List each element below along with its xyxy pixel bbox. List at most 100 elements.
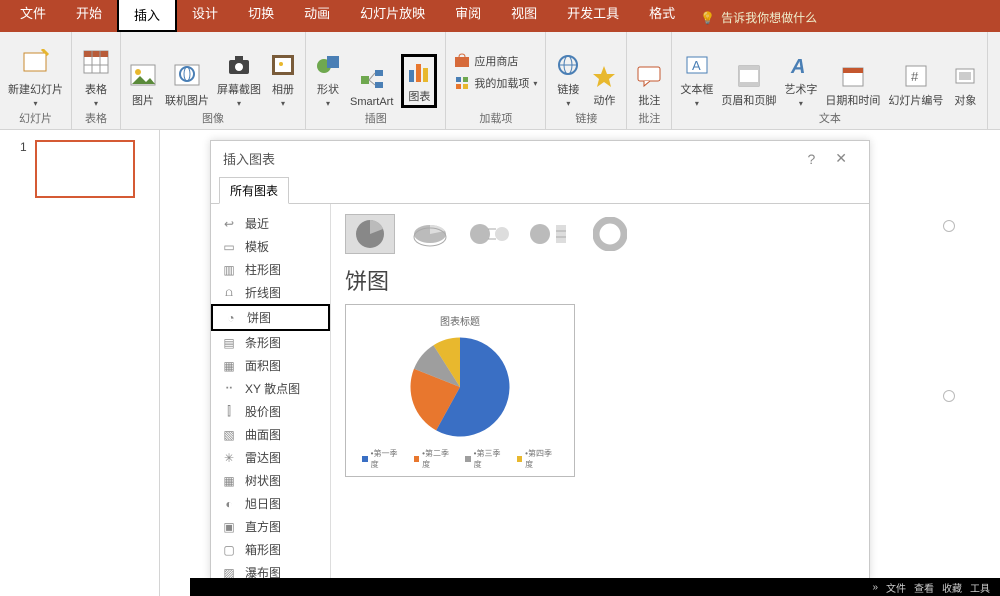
category-label: 箱形图 <box>245 541 281 558</box>
table-icon <box>80 47 112 79</box>
pie-subtype-3d[interactable] <box>405 214 455 254</box>
chart-category-item[interactable]: ▥柱形图 <box>211 258 330 281</box>
chart-category-item[interactable]: ↩最近 <box>211 212 330 235</box>
slide-number-button[interactable]: # 幻灯片编号 <box>888 62 943 108</box>
chart-category-item[interactable]: ⠒XY 散点图 <box>211 377 330 400</box>
category-label: 股价图 <box>245 403 281 420</box>
album-button[interactable]: 相册 <box>269 51 297 108</box>
tab-all-charts[interactable]: 所有图表 <box>219 177 289 204</box>
tab-0[interactable]: 文件 <box>5 0 61 32</box>
screenshot-label: 屏幕截图 <box>217 81 261 97</box>
number-icon: # <box>902 62 930 90</box>
my-addins-button[interactable]: 我的加载项 <box>454 75 537 91</box>
tell-me-box[interactable]: 💡 告诉我你想做什么 <box>690 3 827 32</box>
tab-8[interactable]: 视图 <box>496 0 552 32</box>
close-button[interactable]: ✕ <box>825 150 857 167</box>
screenshot-icon <box>225 51 253 79</box>
chart-category-item[interactable]: ▣直方图 <box>211 515 330 538</box>
action-button[interactable]: 动作 <box>590 62 618 108</box>
textbox-button[interactable]: A 文本框 <box>680 51 713 108</box>
chart-category-item[interactable]: ▤条形图 <box>211 331 330 354</box>
object-button[interactable]: 对象 <box>951 62 979 108</box>
group-label: 加载项 <box>479 108 512 129</box>
date-time-button[interactable]: 日期和时间 <box>825 62 880 108</box>
chart-legend: •第一季度 •第二季度 •第三季度 •第四季度 <box>362 448 558 470</box>
status-item[interactable]: 文件 <box>886 580 906 595</box>
picture-button[interactable]: 图片 <box>129 62 157 108</box>
album-icon <box>269 51 297 79</box>
comment-button[interactable]: 批注 <box>635 62 663 108</box>
category-label: 柱形图 <box>245 261 281 278</box>
status-item[interactable]: 查看 <box>914 580 934 595</box>
placeholder-handle[interactable] <box>943 390 955 402</box>
dialog-titlebar[interactable]: 插入图表 ? ✕ <box>211 141 869 176</box>
tab-6[interactable]: 幻灯片放映 <box>345 0 440 32</box>
category-icon: ▤ <box>221 335 237 351</box>
help-button[interactable]: ? <box>797 151 825 167</box>
category-label: XY 散点图 <box>245 380 300 397</box>
chart-category-item[interactable]: ▨瀑布图 <box>211 561 330 579</box>
chart-icon <box>405 58 433 86</box>
legend-item: •第三季度 <box>465 448 507 470</box>
textbox-label: 文本框 <box>680 81 713 97</box>
category-icon: ▧ <box>221 427 237 443</box>
slide-number-label: 幻灯片编号 <box>888 92 943 108</box>
wordart-label: 艺术字 <box>784 81 817 97</box>
chart-preview-card[interactable]: 图表标题 •第一季度 •第二季度 •第三季度 •第四季度 <box>345 304 575 477</box>
online-picture-button[interactable]: 联机图片 <box>165 62 209 108</box>
chart-button[interactable]: 图表 <box>401 54 437 108</box>
chart-category-item[interactable]: ▢ 箱形图 <box>211 538 330 561</box>
chart-category-item[interactable]: ▦ 面积图 <box>211 354 330 377</box>
chart-title: 图表标题 <box>362 313 558 328</box>
category-icon: ◐ <box>221 496 237 512</box>
status-item[interactable]: 工具 <box>970 580 990 595</box>
app-store-button[interactable]: 应用商店 <box>454 53 518 69</box>
chart-category-item[interactable]: ✳雷达图 <box>211 446 330 469</box>
group-label: 链接 <box>575 108 597 129</box>
category-label: 树状图 <box>245 472 281 489</box>
chart-category-item[interactable]: ◐旭日图 <box>211 492 330 515</box>
category-icon: ▨ <box>221 565 237 580</box>
tab-1[interactable]: 开始 <box>61 0 117 32</box>
chart-category-item[interactable]: ▭模板 <box>211 235 330 258</box>
new-slide-button[interactable]: 新建幻灯片 <box>8 47 63 108</box>
screenshot-button[interactable]: 屏幕截图 <box>217 51 261 108</box>
status-expand-icon[interactable]: » <box>872 582 878 593</box>
hyperlink-button[interactable]: 链接 <box>554 51 582 108</box>
smartart-button[interactable]: SmartArt <box>350 66 393 108</box>
tab-10[interactable]: 格式 <box>634 0 690 32</box>
tab-2[interactable]: 插入 <box>117 0 177 32</box>
wordart-button[interactable]: A 艺术字 <box>784 51 817 108</box>
tab-7[interactable]: 审阅 <box>440 0 496 32</box>
wordart-icon: A <box>787 51 815 79</box>
slide-thumbnail[interactable] <box>35 140 135 198</box>
tab-4[interactable]: 切换 <box>233 0 289 32</box>
shapes-button[interactable]: 形状 <box>314 51 342 108</box>
chart-label: 图表 <box>408 88 430 104</box>
chart-category-item[interactable]: ◔饼图 <box>211 304 330 331</box>
pie-subtype-doughnut[interactable] <box>585 214 635 254</box>
pie-subtype-2d[interactable] <box>345 214 395 254</box>
pie-subtype-bar-of-pie[interactable] <box>525 214 575 254</box>
table-button[interactable]: 表格 <box>80 47 112 108</box>
tab-5[interactable]: 动画 <box>289 0 345 32</box>
action-label: 动作 <box>593 92 615 108</box>
placeholder-handle[interactable] <box>943 220 955 232</box>
ribbon-group-addins: 应用商店 我的加载项 加载项 <box>446 32 546 129</box>
category-label: 面积图 <box>245 357 281 374</box>
chart-category-item[interactable]: ▦树状图 <box>211 469 330 492</box>
tab-9[interactable]: 开发工具 <box>552 0 634 32</box>
chart-category-item[interactable]: ⫿ 股价图 <box>211 400 330 423</box>
category-icon: ▦ <box>221 358 237 374</box>
pie-subtype-of-pie[interactable] <box>465 214 515 254</box>
chart-category-item[interactable]: ▧曲面图 <box>211 423 330 446</box>
new-slide-label: 新建幻灯片 <box>8 81 63 97</box>
tab-3[interactable]: 设计 <box>177 0 233 32</box>
category-icon: ⫿ <box>221 404 237 420</box>
album-label: 相册 <box>272 81 294 97</box>
status-item[interactable]: 收藏 <box>942 580 962 595</box>
header-footer-button[interactable]: 页眉和页脚 <box>721 62 776 108</box>
group-label: 插图 <box>365 108 387 129</box>
category-icon: ▢ <box>221 542 237 558</box>
chart-category-item[interactable]: ⩍折线图 <box>211 281 330 304</box>
